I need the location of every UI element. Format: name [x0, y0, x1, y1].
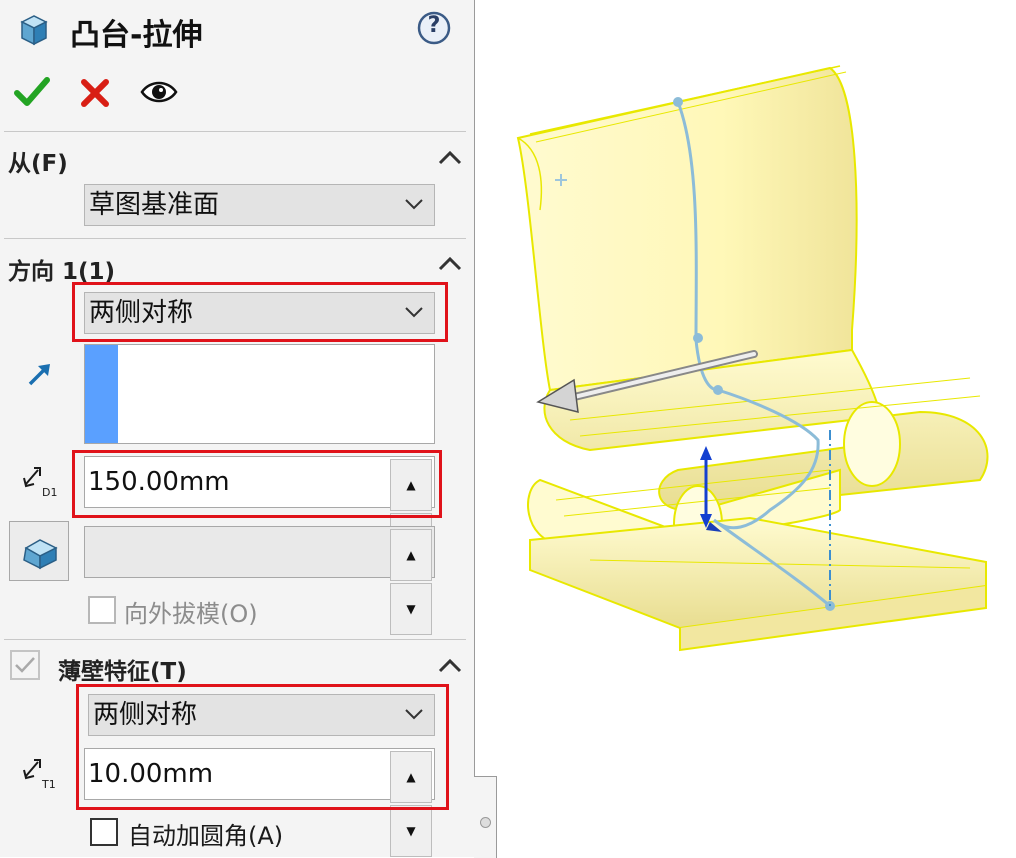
panel-splitter[interactable] [474, 776, 497, 858]
direction-arrow-icon[interactable] [26, 360, 54, 388]
highlight-box [72, 282, 448, 342]
separator [4, 639, 466, 640]
help-label: ? [427, 13, 441, 38]
section-title-direction1: 方向 1(1) [8, 259, 116, 285]
direction-selection-box[interactable] [84, 344, 435, 444]
thickness-symbol: T1 [42, 778, 56, 791]
draft-icon [23, 539, 58, 570]
section-title-thin-feature: 薄壁特征(T) [58, 659, 187, 685]
property-manager-panel: 凸台-拉伸 ? 从(F) 草图基准面 方向 1(1) 两侧对称 D1 150.0… [0, 0, 475, 857]
draft-spinner[interactable]: ▲ ▼ [390, 529, 432, 635]
collapse-caret-icon[interactable] [437, 656, 463, 674]
selection-color-bar [85, 345, 118, 443]
spin-down-button[interactable]: ▼ [390, 805, 432, 857]
cancel-x-icon[interactable] [80, 78, 110, 108]
thin-feature-checkbox[interactable] [10, 650, 40, 680]
start-condition-value: 草图基准面 [89, 190, 220, 220]
collapse-caret-icon[interactable] [437, 148, 463, 166]
draft-toggle-button[interactable] [9, 521, 69, 581]
upper-loop-end [843, 401, 901, 487]
help-button[interactable]: ? [417, 11, 451, 45]
collapse-caret-icon[interactable] [437, 254, 463, 272]
sketch-point[interactable] [713, 385, 723, 395]
draft-outward-checkbox[interactable] [88, 596, 116, 624]
preview-eye-icon[interactable] [140, 78, 178, 106]
auto-fillet-checkbox[interactable] [90, 818, 118, 846]
spin-up-button[interactable]: ▲ [390, 529, 432, 581]
draft-angle-input[interactable]: ▲ ▼ [84, 526, 435, 635]
separator [4, 238, 466, 239]
chevron-down-icon [405, 199, 423, 210]
highlight-box [72, 450, 442, 518]
splitter-handle-icon[interactable] [480, 817, 491, 828]
ok-checkmark-icon[interactable] [14, 76, 50, 108]
sketch-point[interactable] [673, 97, 683, 107]
graphics-viewport[interactable] [500, 40, 1010, 680]
highlight-box [76, 684, 449, 810]
spin-down-button[interactable]: ▼ [390, 583, 432, 635]
start-condition-dropdown[interactable]: 草图基准面 [84, 184, 435, 226]
separator [4, 131, 466, 132]
back-panel [516, 66, 858, 392]
auto-fillet-label: 自动加圆角(A) [128, 822, 284, 850]
section-title-from: 从(F) [8, 151, 68, 177]
draft-outward-label: 向外拔模(O) [124, 600, 258, 628]
boss-extrude-icon [20, 15, 48, 46]
depth-symbol: D1 [42, 486, 58, 499]
page-title: 凸台-拉伸 [70, 18, 203, 53]
sketch-point[interactable] [693, 333, 703, 343]
